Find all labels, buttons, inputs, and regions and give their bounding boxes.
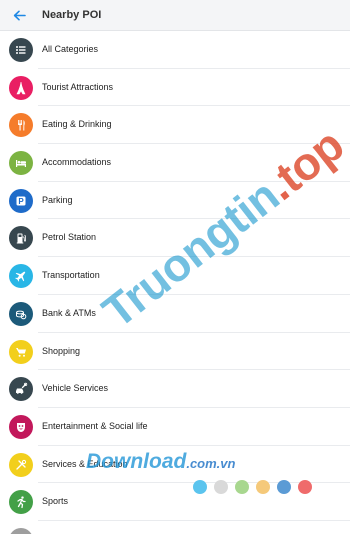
category-entertainment-social-life[interactable]: Entertainment & Social life [0,408,350,446]
coins-icon [9,301,33,326]
category-label: Vehicle Services [42,383,109,394]
category-label: Entertainment & Social life [42,420,148,431]
category-label: Accommodations [42,157,112,168]
running-person-icon [9,490,33,515]
theater-masks-icon [9,414,33,439]
poi-category-list: All Categories Tourist Attractions Eatin… [0,31,350,521]
category-label: All Categories [42,44,99,54]
category-label: Shopping [42,345,81,356]
category-parking[interactable]: P Parking [0,182,350,220]
category-tourist-attractions[interactable]: Tourist Attractions [0,69,350,107]
category-label: Petrol Station [42,232,97,243]
list-item-partial[interactable] [0,526,350,534]
category-icon [9,528,33,534]
list-icon [9,38,33,62]
car-wrench-icon [9,377,33,402]
category-label: Eating & Drinking [42,119,112,130]
fork-knife-icon [9,113,33,138]
category-label: Tourist Attractions [42,81,114,92]
app-header: Nearby POI [0,0,350,31]
parking-icon: P [9,188,33,213]
category-label: Transportation [42,270,100,281]
category-sports[interactable]: Sports [0,483,350,521]
category-label: Bank & ATMs [42,307,96,318]
eiffel-tower-icon [9,75,33,100]
page-title: Nearby POI [42,9,102,21]
back-button[interactable] [0,0,38,31]
category-services-education[interactable]: Services & Education [0,446,350,484]
category-bank-atms[interactable]: Bank & ATMs [0,295,350,333]
category-petrol-station[interactable]: Petrol Station [0,219,350,257]
category-transportation[interactable]: Transportation [0,257,350,295]
fuel-pump-icon [9,226,33,251]
arrow-left-icon [13,10,26,20]
category-accommodations[interactable]: Accommodations [0,144,350,182]
category-all-categories[interactable]: All Categories [0,31,350,69]
category-label: Services & Education [42,458,128,469]
category-vehicle-services[interactable]: Vehicle Services [0,370,350,408]
bed-icon [9,151,33,176]
shopping-cart-icon [9,339,33,364]
category-shopping[interactable]: Shopping [0,333,350,371]
svg-text:P: P [18,197,24,206]
category-label: Sports [42,496,69,507]
airplane-icon [9,264,33,289]
category-label: Parking [42,194,73,205]
category-eating-drinking[interactable]: Eating & Drinking [0,106,350,144]
tools-icon [9,452,33,477]
